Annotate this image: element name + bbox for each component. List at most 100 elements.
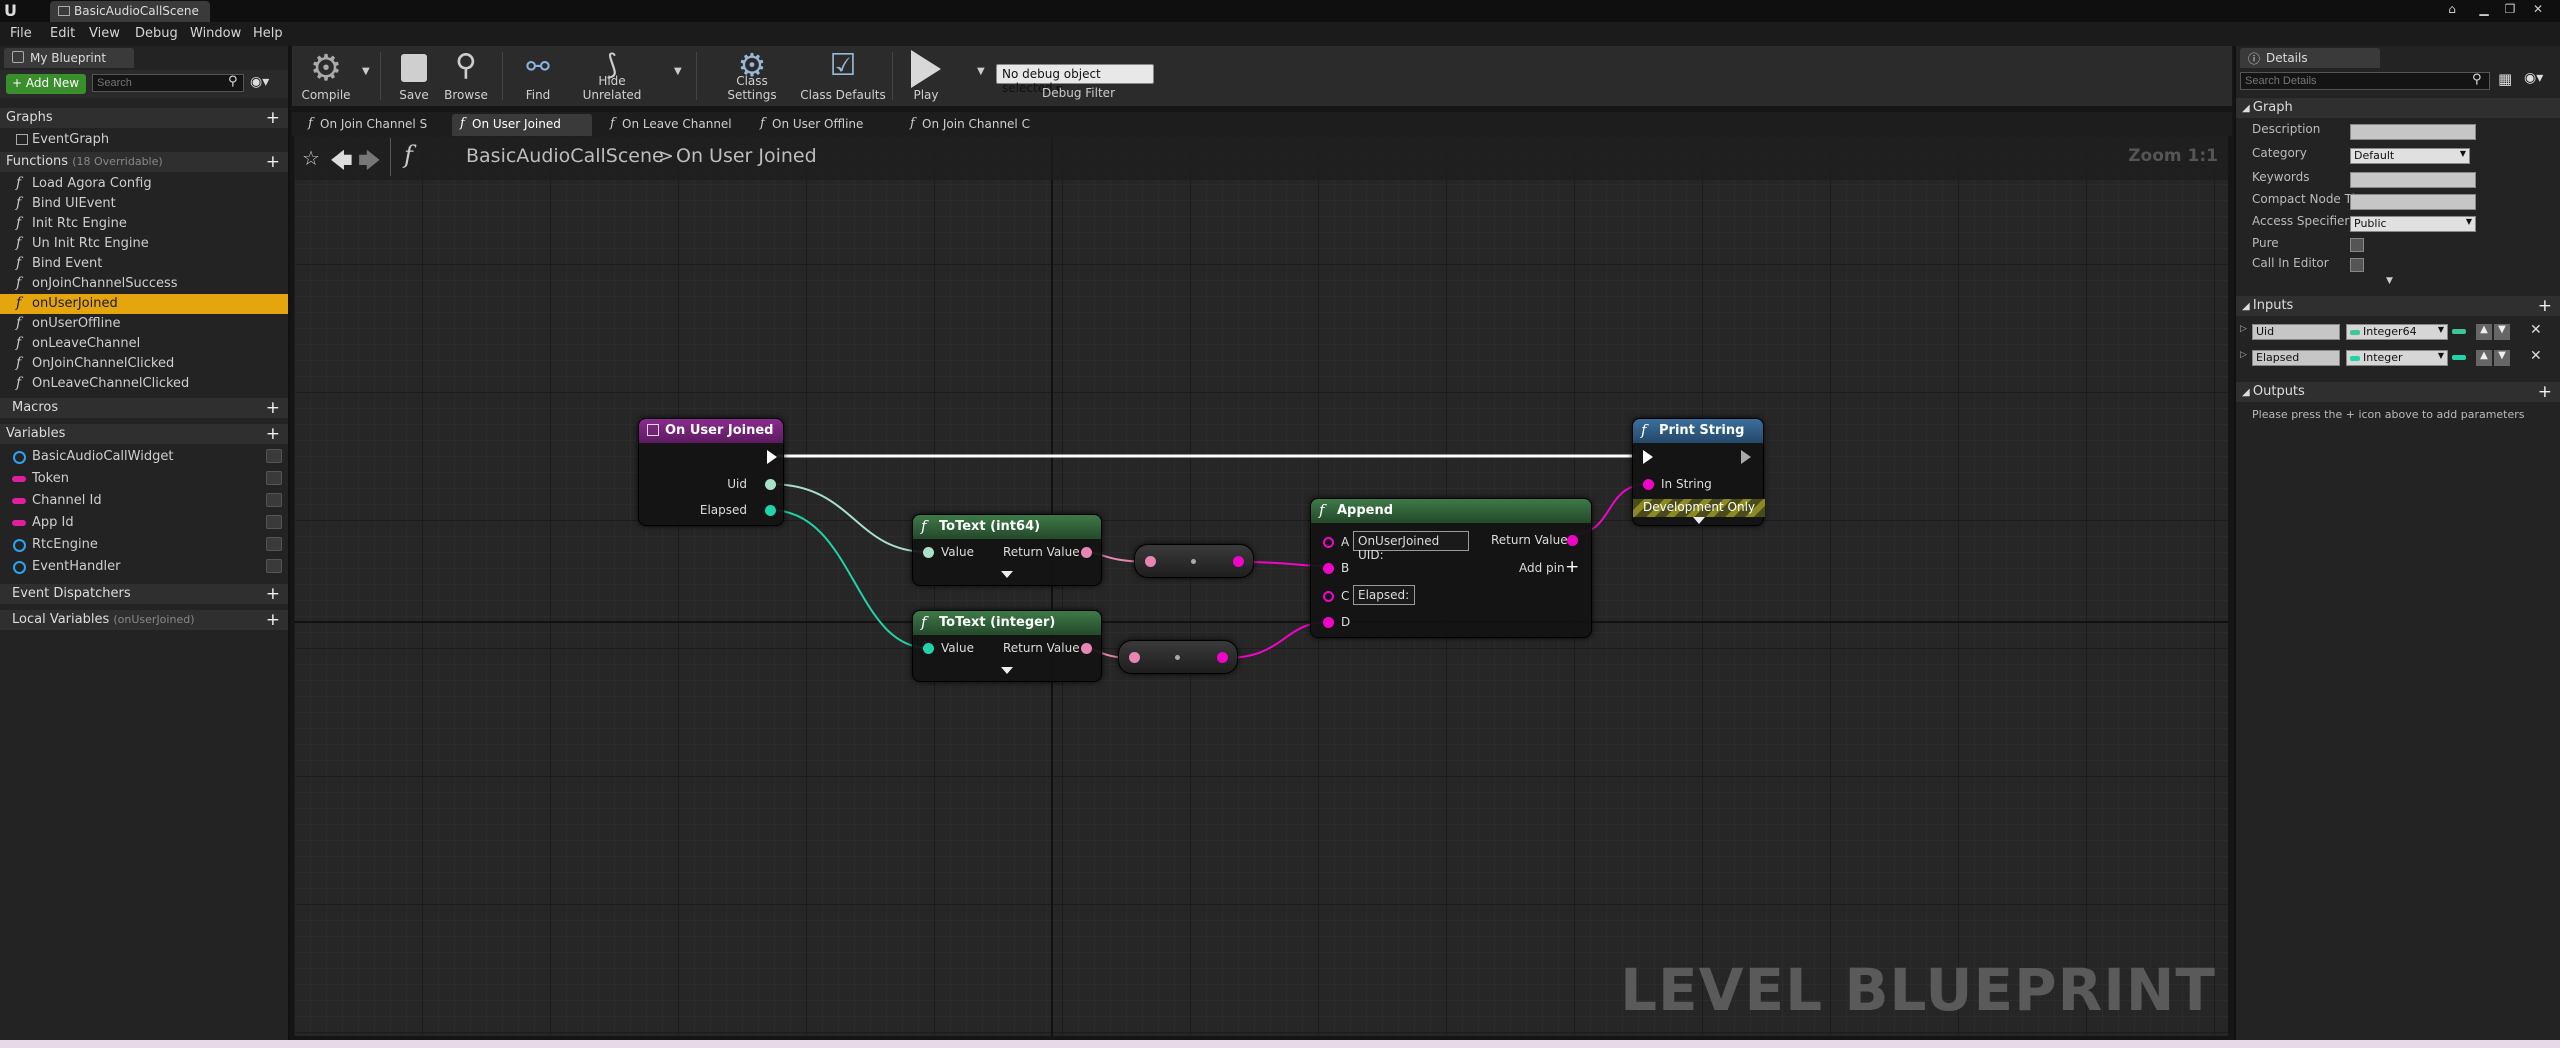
- return-value-output-pin[interactable]: [1081, 643, 1092, 654]
- tab-on-user-offline[interactable]: f On User Offline: [752, 114, 892, 136]
- expand-triangle-icon[interactable]: ▷: [2240, 350, 2247, 360]
- conversion-input-pin[interactable]: [1129, 652, 1140, 663]
- add-new-button[interactable]: + Add New: [6, 74, 86, 94]
- expand-chevron-icon[interactable]: [1001, 571, 1013, 578]
- chevron-down-icon[interactable]: ▼: [674, 66, 682, 77]
- exec-out-pin[interactable]: [767, 450, 777, 464]
- function-item[interactable]: f OnJoinChannelClicked: [0, 354, 288, 374]
- menu-window[interactable]: Window: [190, 26, 241, 41]
- move-down-arrow-icon[interactable]: ▼: [2494, 324, 2510, 340]
- function-item[interactable]: f Un Init Rtc Engine: [0, 234, 288, 254]
- exec-in-pin[interactable]: [1643, 450, 1653, 464]
- tab-on-user-joined[interactable]: f On User Joined: [452, 114, 592, 136]
- call-in-editor-checkbox[interactable]: [2350, 258, 2364, 272]
- add-graph-plus-icon[interactable]: +: [266, 108, 280, 128]
- expand-chevron-icon[interactable]: [1693, 517, 1705, 524]
- add-local-variable-plus-icon[interactable]: +: [266, 610, 280, 630]
- menu-view[interactable]: View: [89, 26, 120, 41]
- chevron-down-icon[interactable]: ▼: [362, 66, 370, 77]
- browse-button[interactable]: ⚲ Browse: [438, 46, 494, 106]
- menu-file[interactable]: File: [10, 26, 32, 41]
- close-button[interactable]: ✕: [2526, 2, 2550, 18]
- add-pin-plus-icon[interactable]: +: [1565, 557, 1579, 577]
- uid-output-pin[interactable]: [765, 479, 776, 490]
- conversion-output-pin[interactable]: [1233, 556, 1244, 567]
- find-button[interactable]: ⚯ Find: [514, 46, 562, 106]
- visibility-eye-icon[interactable]: [266, 559, 282, 573]
- return-value-output-pin[interactable]: [1081, 547, 1092, 558]
- details-search-input[interactable]: [2240, 72, 2490, 90]
- variable-item[interactable]: Channel Id: [0, 490, 288, 512]
- pure-checkbox[interactable]: [2350, 238, 2364, 252]
- param-type-select[interactable]: Integer64 ▼: [2346, 324, 2448, 340]
- add-input-plus-icon[interactable]: +: [2538, 296, 2552, 316]
- add-macro-plus-icon[interactable]: +: [266, 398, 280, 418]
- event-dispatchers-section-header[interactable]: Event Dispatchers +: [0, 584, 288, 604]
- functions-section-header[interactable]: Functions (18 Overridable) +: [0, 152, 288, 172]
- variable-item[interactable]: App Id: [0, 512, 288, 534]
- totext-int64-node[interactable]: f ToText (int64) Value Return Value: [912, 514, 1102, 586]
- save-button[interactable]: Save: [392, 46, 436, 106]
- maximize-button[interactable]: ❐: [2498, 2, 2522, 18]
- conversion-output-pin[interactable]: [1217, 652, 1228, 663]
- move-up-arrow-icon[interactable]: ▲: [2476, 350, 2492, 366]
- local-variables-section-header[interactable]: Local Variables (onUserJoined) +: [0, 610, 288, 630]
- blueprint-search-input[interactable]: [92, 74, 244, 92]
- compile-button[interactable]: ⚙ Compile: [296, 46, 356, 106]
- totext-integer-node[interactable]: f ToText (integer) Value Return Value: [912, 610, 1102, 682]
- grid-view-icon[interactable]: ▦: [2498, 70, 2512, 88]
- visibility-eye-icon[interactable]: [266, 449, 282, 463]
- keywords-field[interactable]: [2350, 172, 2476, 188]
- a-text-field[interactable]: OnUserJoined UID:: [1353, 531, 1469, 562]
- function-item[interactable]: f onLeaveChannel: [0, 334, 288, 354]
- blueprint-graph-canvas[interactable]: ☆ 🡄 🡆 f BasicAudioCallScene > On User Jo…: [294, 136, 2228, 1036]
- function-item[interactable]: f onJoinChannelSuccess: [0, 274, 288, 294]
- d-input-pin[interactable]: [1323, 617, 1334, 628]
- function-item[interactable]: f Bind Event: [0, 254, 288, 274]
- outputs-section-header[interactable]: ◢ Outputs +: [2236, 382, 2560, 402]
- remove-param-x-icon[interactable]: ✕: [2530, 322, 2542, 338]
- function-item[interactable]: f OnLeaveChannelClicked: [0, 374, 288, 394]
- category-select[interactable]: Default ▼: [2350, 148, 2470, 164]
- function-item[interactable]: f Load Agora Config: [0, 174, 288, 194]
- menu-edit[interactable]: Edit: [50, 26, 75, 41]
- my-blueprint-tab[interactable]: My Blueprint: [4, 48, 134, 68]
- menu-help[interactable]: Help: [253, 26, 283, 41]
- function-item[interactable]: f Bind UIEvent: [0, 194, 288, 214]
- add-output-plus-icon[interactable]: +: [2538, 382, 2552, 402]
- class-settings-button[interactable]: ⚙ Class Settings: [710, 46, 794, 106]
- visibility-eye-icon[interactable]: [266, 515, 282, 529]
- debug-object-select[interactable]: No debug object selected ▼: [996, 64, 1154, 95]
- return-value-output-pin[interactable]: [1567, 535, 1578, 546]
- tab-on-join-channel-clicked[interactable]: f On Join Channel C: [902, 114, 1042, 136]
- description-field[interactable]: [2350, 124, 2476, 140]
- notification-icon[interactable]: ⌂: [2440, 2, 2464, 18]
- add-function-plus-icon[interactable]: +: [266, 152, 280, 172]
- chevron-down-icon[interactable]: ▼: [977, 66, 985, 77]
- tab-on-join-channel-success[interactable]: f On Join Channel S: [300, 114, 448, 136]
- variable-item[interactable]: Token: [0, 468, 288, 490]
- menu-debug[interactable]: Debug: [135, 26, 178, 41]
- move-down-arrow-icon[interactable]: ▼: [2494, 350, 2510, 366]
- append-node[interactable]: f Append A OnUserJoined UID: Return Valu…: [1310, 498, 1592, 638]
- param-name-field[interactable]: Uid: [2252, 324, 2340, 340]
- expand-chevron-icon[interactable]: [1001, 667, 1013, 674]
- macros-section-header[interactable]: Macros +: [0, 398, 288, 418]
- access-specifier-select[interactable]: Public ▼: [2350, 216, 2476, 232]
- print-string-node[interactable]: f Print String In String Development Onl…: [1632, 418, 1765, 526]
- add-variable-plus-icon[interactable]: +: [266, 424, 280, 444]
- visibility-eye-icon[interactable]: [266, 493, 282, 507]
- exec-out-pin[interactable]: [1741, 450, 1751, 464]
- function-item[interactable]: f onUserOffline: [0, 314, 288, 334]
- class-defaults-button[interactable]: ☑ Class Defaults: [800, 46, 886, 106]
- hide-unrelated-button[interactable]: ⟆ Hide Unrelated: [570, 46, 654, 106]
- variable-item[interactable]: BasicAudioCallWidget: [0, 446, 288, 468]
- function-item-selected[interactable]: f onUserJoined: [0, 294, 288, 314]
- visibility-eye-icon[interactable]: [266, 471, 282, 485]
- compact-node-title-field[interactable]: [2350, 194, 2476, 210]
- elapsed-output-pin[interactable]: [765, 505, 776, 516]
- text-to-string-conversion-node[interactable]: [1134, 544, 1254, 578]
- variable-item[interactable]: EventHandler: [0, 556, 288, 578]
- value-input-pin[interactable]: [923, 547, 934, 558]
- in-string-input-pin[interactable]: [1643, 479, 1654, 490]
